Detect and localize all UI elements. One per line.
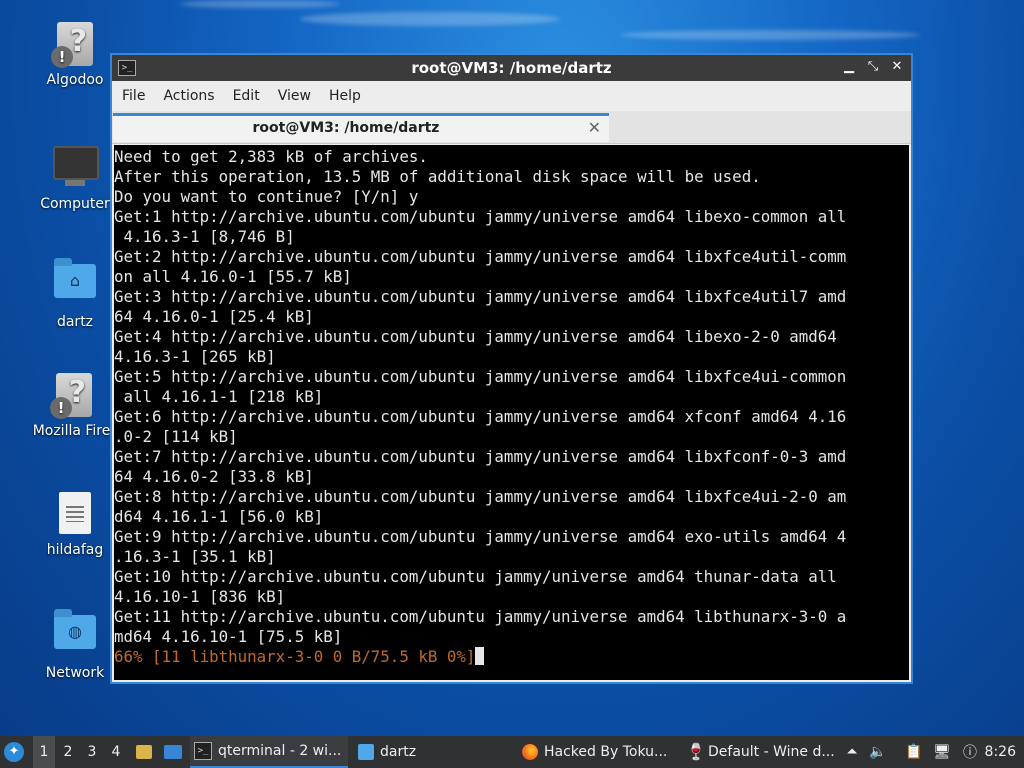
terminal-line: Get:7 http://archive.ubuntu.com/ubuntu j… [114,447,847,466]
text-file-icon [53,492,97,538]
taskbar-app-qterminal[interactable]: >_ qterminal - 2 wi... [190,736,348,768]
update-notifier-icon[interactable]: ⓘ [960,736,980,768]
start-menu-button[interactable]: ✦ [4,736,28,768]
terminal-line: md64 4.16.10-1 [75.5 kB] [114,627,343,646]
maximize-button[interactable]: ⤡ [865,59,881,75]
terminal-line: Need to get 2,383 kB of archives. [114,147,428,166]
taskbar-app-label: dartz [380,744,417,760]
folder-icon [358,744,374,760]
home-folder-icon: ⌂ [53,258,97,310]
taskbar-app-label: Hacked By Toku... [544,744,668,760]
wallpaper-streak [620,30,920,40]
menu-actions[interactable]: Actions [159,88,224,104]
tab-bar: root@VM3: /home/dartz ✕ [112,111,911,144]
unknown-file-icon: ?! [51,22,97,68]
workspace-3[interactable]: 3 [81,736,103,768]
desktop-icon-hildafag[interactable]: hildafag [27,490,123,558]
clipboard-icon[interactable]: 📋 [904,736,924,768]
menu-help[interactable]: Help [325,88,371,104]
show-desktop-icon[interactable] [162,736,184,768]
taskbar-app-label: Default - Wine d... [708,744,835,760]
desktop-icon-computer[interactable]: Computer [27,140,123,212]
progress-text: 66% [11 libthunarx-3-0 0 B/75.5 kB 0%] [114,647,476,666]
terminal-output[interactable]: Need to get 2,383 kB of archives. After t… [114,145,909,680]
terminal-line: Do you want to continue? [Y/n] y [114,187,419,206]
desktop-icon-label: Algodoo [46,72,104,88]
desktop-icon-network[interactable]: ◍ Network [27,607,123,681]
terminal-line: .16.3-1 [35.1 kB] [114,547,276,566]
network-icon[interactable]: 🖥 [932,736,952,768]
terminal-line: .0-2 [114 kB] [114,427,238,446]
taskbar-app-dartz[interactable]: dartz [354,736,512,768]
workspace-1[interactable]: 1 [33,736,55,768]
terminal-line: on all 4.16.0-1 [55.7 kB] [114,267,352,286]
terminal-line: Get:6 http://archive.ubuntu.com/ubuntu j… [114,407,847,426]
wine-icon: 🍷 [686,742,706,761]
workspace-4[interactable]: 4 [105,736,127,768]
desktop-icon-label: hildafag [46,542,104,558]
desktop-icon-label: dartz [56,314,94,330]
window-titlebar[interactable]: >_ root@VM3: /home/dartz ▁ ⤡ ✕ [112,55,911,81]
firefox-icon [522,744,538,760]
taskbar-app-label: qterminal - 2 wi... [218,743,342,759]
terminal-line: Get:10 http://archive.ubuntu.com/ubuntu … [114,567,837,586]
tab-title: root@VM3: /home/dartz [252,120,440,136]
network-folder-icon: ◍ [53,609,97,661]
terminal-window[interactable]: >_ root@VM3: /home/dartz ▁ ⤡ ✕ File Acti… [110,53,913,684]
terminal-line: Get:3 http://archive.ubuntu.com/ubuntu j… [114,287,847,306]
terminal-line: d64 4.16.1-1 [56.0 kB] [114,507,324,526]
minimize-button[interactable]: ▁ [841,59,857,75]
terminal-line: After this operation, 13.5 MB of additio… [114,167,761,186]
desktop-icon-label: Computer [40,196,110,212]
desktop-icon-label: Network [45,665,105,681]
close-button[interactable]: ✕ [889,59,905,75]
lubuntu-logo-icon: ✦ [4,742,24,762]
menubar: File Actions Edit View Help [112,81,911,111]
taskbar: ✦ 1 2 3 4 >_ qterminal - 2 wi... dartz H… [0,736,1024,768]
taskbar-app-firefox[interactable]: Hacked By Toku... [518,736,684,768]
taskbar-app-wine[interactable]: 🍷 Default - Wine d... [682,736,846,768]
menu-file[interactable]: File [118,88,155,104]
menu-view[interactable]: View [274,88,321,104]
terminal-line: Get:11 http://archive.ubuntu.com/ubuntu … [114,607,847,626]
terminal-icon: >_ [194,742,212,760]
terminal-line: 4.16.3-1 [265 kB] [114,347,276,366]
desktop-icon-dartz[interactable]: ⌂ dartz [27,256,123,330]
computer-icon [53,146,99,192]
scroll-up-icon[interactable]: ⏶ [842,736,862,768]
terminal-line: Get:1 http://archive.ubuntu.com/ubuntu j… [114,207,847,226]
tab-close-button[interactable]: ✕ [588,118,601,137]
terminal-line: Get:4 http://archive.ubuntu.com/ubuntu j… [114,327,837,346]
terminal-line: 4.16.3-1 [8,746 B] [114,227,295,246]
terminal-progress-line: 66% [11 libthunarx-3-0 0 B/75.5 kB 0%] [114,647,909,667]
terminal-line: 64 4.16.0-1 [25.4 kB] [114,307,314,326]
terminal-line: Get:5 http://archive.ubuntu.com/ubuntu j… [114,367,847,386]
terminal-line: Get:8 http://archive.ubuntu.com/ubuntu j… [114,487,847,506]
desktop-icon-algodoo[interactable]: ?! Algodoo [27,22,123,88]
volume-icon[interactable]: 🔈 [868,736,888,768]
terminal-line: all 4.16.1-1 [218 kB] [114,387,324,406]
quicklaunch-files-icon[interactable] [134,736,154,768]
terminal-line: 4.16.10-1 [836 kB] [114,587,286,606]
terminal-line: Get:9 http://archive.ubuntu.com/ubuntu j… [114,527,847,546]
unknown-file-icon: ?! [50,373,96,419]
clock[interactable]: 8:26 [985,736,1016,768]
wallpaper-streak [300,12,560,26]
terminal-cursor [475,647,485,665]
terminal-line: Get:2 http://archive.ubuntu.com/ubuntu j… [114,247,847,266]
window-title: root@VM3: /home/dartz [411,59,612,77]
menu-edit[interactable]: Edit [229,88,270,104]
terminal-line: 64 4.16.0-2 [33.8 kB] [114,467,314,486]
wallpaper-streak [180,0,340,8]
workspace-2[interactable]: 2 [57,736,79,768]
tab-terminal[interactable]: root@VM3: /home/dartz ✕ [113,113,609,142]
